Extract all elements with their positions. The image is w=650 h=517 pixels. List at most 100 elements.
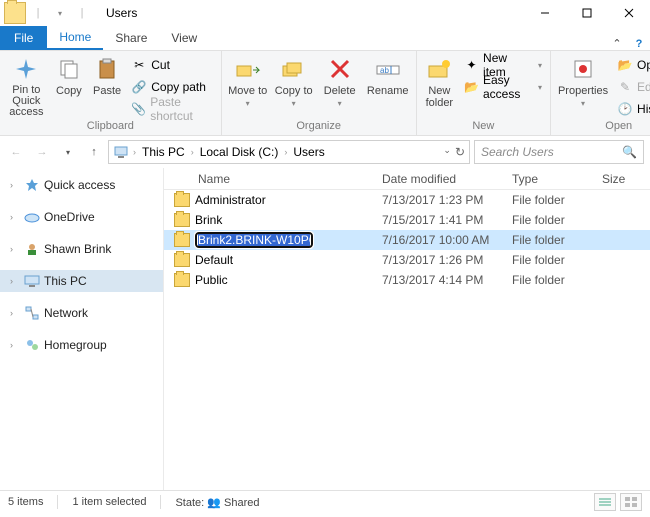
minimize-icon xyxy=(540,8,550,18)
column-header-date[interactable]: Date modified xyxy=(374,172,504,186)
easy-access-button[interactable]: 📂Easy access▾ xyxy=(462,77,544,97)
refresh-button[interactable]: ↻ xyxy=(455,145,465,159)
file-name: Brink xyxy=(195,213,222,227)
cut-button[interactable]: ✂Cut xyxy=(129,55,214,75)
file-list: Administrator7/13/2017 1:23 PMFile folde… xyxy=(164,190,650,290)
rename-button[interactable]: ab Rename xyxy=(366,55,410,97)
file-row[interactable]: Public7/13/2017 4:14 PMFile folder xyxy=(164,270,650,290)
history-icon: 🕑 xyxy=(617,101,633,117)
easy-access-icon: 📂 xyxy=(464,79,479,95)
content-pane: Name Date modified Type Size Administrat… xyxy=(164,168,650,490)
help-button[interactable]: ? xyxy=(628,38,650,50)
address-dropdown-button[interactable]: ⌄ xyxy=(443,145,451,159)
close-button[interactable] xyxy=(608,0,650,26)
edit-button[interactable]: ✎Edit xyxy=(615,77,650,97)
file-date: 7/15/2017 1:41 PM xyxy=(374,213,504,227)
delete-button[interactable]: Delete▾ xyxy=(320,55,360,108)
open-button[interactable]: 📂Open▾ xyxy=(615,55,650,75)
nav-item-label: Network xyxy=(44,306,88,320)
new-item-icon: ✦ xyxy=(464,57,479,73)
column-header-name[interactable]: Name xyxy=(164,172,374,186)
file-row[interactable]: Brink7/15/2017 1:41 PMFile folder xyxy=(164,210,650,230)
delete-icon xyxy=(325,55,355,83)
search-input[interactable]: Search Users 🔍 xyxy=(474,140,644,164)
share-tab[interactable]: Share xyxy=(103,26,159,50)
new-folder-button[interactable]: New folder xyxy=(423,55,456,109)
view-tab[interactable]: View xyxy=(159,26,209,50)
file-name: Public xyxy=(195,273,228,287)
forward-button[interactable]: → xyxy=(32,142,52,162)
copy-path-button[interactable]: 🔗Copy path xyxy=(129,77,214,97)
recent-locations-button[interactable]: ▾ xyxy=(58,142,78,162)
properties-icon xyxy=(568,55,598,83)
folder-icon xyxy=(174,273,190,287)
nav-item-this-pc[interactable]: › This PC xyxy=(0,270,163,292)
user-icon xyxy=(24,241,40,257)
copy-icon xyxy=(54,55,84,83)
chevron-right-icon[interactable]: › xyxy=(10,308,20,318)
nav-item-shawn-brink[interactable]: ›Shawn Brink xyxy=(0,238,163,260)
chevron-right-icon[interactable]: › xyxy=(10,244,20,254)
file-row[interactable]: Default7/13/2017 1:26 PMFile folder xyxy=(164,250,650,270)
copy-button[interactable]: Copy xyxy=(53,55,85,97)
qat-dropdown-icon[interactable]: ▾ xyxy=(50,3,70,23)
quick-access-toolbar: | ▾ | xyxy=(0,2,96,24)
nav-item-label: This PC xyxy=(44,274,87,288)
chevron-right-icon[interactable]: › xyxy=(282,147,289,157)
minimize-ribbon-button[interactable]: ⌃ xyxy=(606,37,628,50)
ribbon-tabs: File Home Share View ⌃ ? xyxy=(0,26,650,50)
back-button[interactable]: ← xyxy=(6,142,26,162)
folder-icon xyxy=(174,193,190,207)
svg-text:ab: ab xyxy=(380,66,389,75)
rename-input[interactable] xyxy=(195,232,313,248)
details-view-button[interactable] xyxy=(594,493,616,511)
maximize-button[interactable] xyxy=(566,0,608,26)
paste-shortcut-icon: 📎 xyxy=(131,101,146,117)
nav-item-homegroup[interactable]: › Homegroup xyxy=(0,334,163,356)
new-group-label: New xyxy=(417,120,550,135)
thumbnails-view-button[interactable] xyxy=(620,493,642,511)
breadcrumb-crumb[interactable]: This PC xyxy=(140,145,187,159)
column-header-type[interactable]: Type xyxy=(504,172,594,186)
column-header-size[interactable]: Size xyxy=(594,172,650,186)
properties-button[interactable]: Properties▾ xyxy=(557,55,609,108)
nav-item-onedrive[interactable]: ›OneDrive xyxy=(0,206,163,228)
minimize-button[interactable] xyxy=(524,0,566,26)
file-tab[interactable]: File xyxy=(0,26,47,50)
new-item-button[interactable]: ✦New item▾ xyxy=(462,55,544,75)
status-item-count: 5 items xyxy=(8,496,43,508)
pc-icon xyxy=(24,273,40,289)
thumbnails-view-icon xyxy=(625,497,637,507)
breadcrumb[interactable]: › This PC › Local Disk (C:) › Users ⌄ ↻ xyxy=(108,140,470,164)
breadcrumb-crumb[interactable]: Users xyxy=(291,145,326,159)
chevron-right-icon[interactable]: › xyxy=(10,340,20,350)
chevron-right-icon[interactable]: › xyxy=(10,180,20,190)
pin-to-quick-access-button[interactable]: Pin to Quick access xyxy=(6,55,47,118)
breadcrumb-crumb[interactable]: Local Disk (C:) xyxy=(198,145,281,159)
column-headers: Name Date modified Type Size xyxy=(164,168,650,190)
paste-shortcut-button[interactable]: 📎Paste shortcut xyxy=(129,99,214,119)
ribbon: Pin to Quick access Copy Paste ✂Cut 🔗Cop… xyxy=(0,50,650,136)
nav-item-label: Homegroup xyxy=(44,338,107,352)
up-button[interactable]: ↑ xyxy=(84,142,104,162)
chevron-right-icon[interactable]: › xyxy=(131,147,138,157)
qat-separator-2: | xyxy=(72,3,92,23)
folder-icon xyxy=(4,2,26,24)
nav-item-quick-access[interactable]: ›Quick access xyxy=(0,174,163,196)
chevron-right-icon[interactable]: › xyxy=(189,147,196,157)
shared-icon: 👥 xyxy=(207,497,221,509)
new-folder-icon xyxy=(424,55,454,83)
rename-icon: ab xyxy=(373,55,403,83)
home-tab[interactable]: Home xyxy=(47,26,103,50)
file-date: 7/13/2017 4:14 PM xyxy=(374,273,504,287)
history-button[interactable]: 🕑History xyxy=(615,99,650,119)
move-to-button[interactable]: Move to▾ xyxy=(228,55,268,108)
open-icon: 📂 xyxy=(617,57,633,73)
file-row[interactable]: 7/16/2017 10:00 AMFile folder xyxy=(164,230,650,250)
chevron-right-icon[interactable]: › xyxy=(10,276,20,286)
paste-button[interactable]: Paste xyxy=(91,55,123,97)
nav-item-network[interactable]: › Network xyxy=(0,302,163,324)
chevron-right-icon[interactable]: › xyxy=(10,212,20,222)
copy-to-button[interactable]: Copy to▾ xyxy=(274,55,314,108)
file-row[interactable]: Administrator7/13/2017 1:23 PMFile folde… xyxy=(164,190,650,210)
